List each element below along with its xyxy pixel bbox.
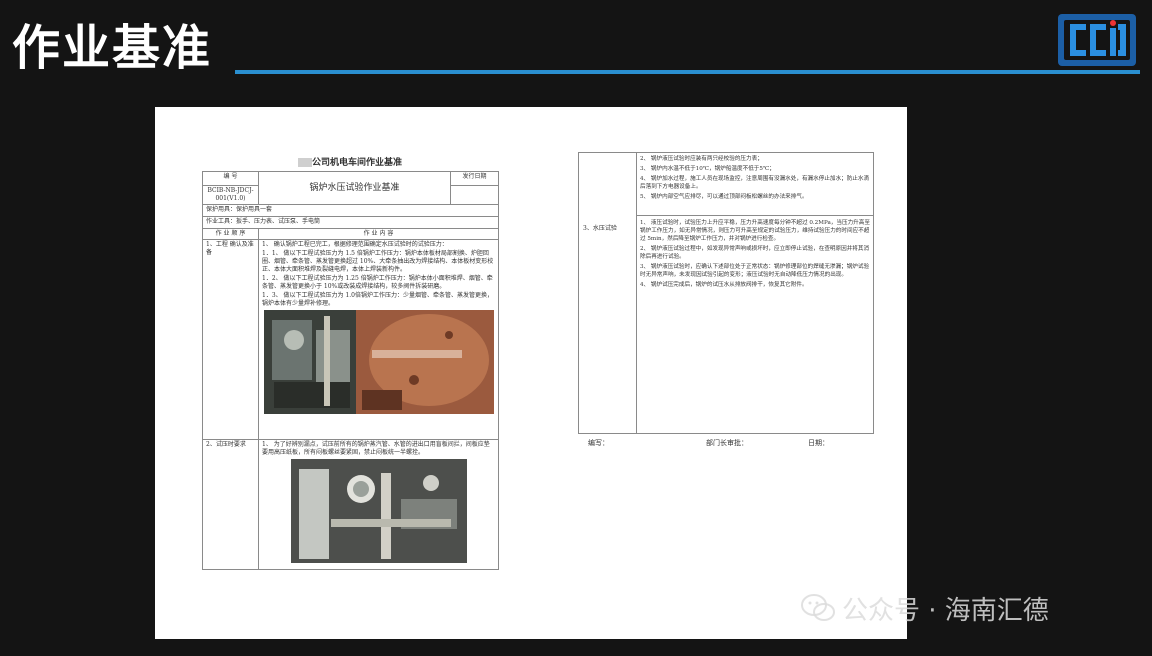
step1-label: 1、工程 确认及准备 (202, 239, 259, 440)
step3-block-a: 2、 锅炉液压试验时应装有两只经校验的压力表； 3、 锅炉内水温不低于10℃，锅… (640, 156, 870, 200)
step3-block-b: 1、 液压试验时，试验压力上升应平稳，压力升高速度每分钟不超过 0.2MPa，当… (640, 220, 870, 288)
redacted-block (297, 158, 312, 167)
footer-approver: 部门长审批： (706, 439, 748, 447)
issue-date-value (450, 185, 499, 205)
right-page: 3、水压试验 2、 锅炉液压试验时应装有两只经校验的压力表； 3、 锅炉内水温不… (578, 152, 874, 448)
col-sequence: 作 业 顺 序 (202, 228, 259, 240)
number-value: BCIB-NB-JDCJ-001(V1.0) (202, 185, 259, 205)
step1-content: 1、 确认锅炉工程已完工，根据修理范围确定水压试验时的试验压力： 1．1、 做以… (258, 239, 499, 440)
form-table: 编 号 锅炉水压试验作业基准 发行日期 BCIB-NB-JDCJ-001(V1.… (202, 171, 499, 570)
protection-row: 保护用具：保护用具一套 (202, 204, 499, 217)
watermark-text: 公众号 · 海南汇德 (842, 595, 1049, 626)
cci-logo-icon (1058, 14, 1136, 66)
wechat-icon (801, 594, 835, 621)
step2-content: 1、 为了好辨别漏点，试压前所有的锅炉蒸汽管、水管的进出口用盲板间拦，间板应垫要… (258, 439, 499, 570)
company-title: 公司机电车间作业基准 (311, 158, 402, 168)
tools-row: 作业工具：扳手、压力表、试压泵、手电筒 (202, 216, 499, 229)
form-title: 锅炉水压试验作业基准 (258, 171, 451, 205)
footer-date: 日期： (808, 439, 829, 447)
col-content: 作 业 内 容 (258, 228, 499, 240)
number-label: 编 号 (202, 171, 259, 186)
footer-writer: 编写： (588, 439, 609, 447)
boiler-photo-2 (290, 459, 467, 563)
step3-label: 3、水压试验 (583, 225, 617, 232)
signature-footer: 编写： 部门长审批： 日期： (578, 438, 874, 448)
slide-title: 作业基准 (12, 20, 213, 76)
step3-divider (637, 215, 873, 216)
title-underline (235, 70, 1140, 74)
boiler-photo-1 (264, 310, 494, 414)
issue-date-label: 发行日期 (450, 171, 499, 186)
step2-label: 2、试压时要求 (202, 439, 259, 570)
document-image: 公司机电车间作业基准 编 号 锅炉水压试验作业基准 发行日期 BCIB-NB-J… (155, 107, 907, 639)
watermark: 公众号 · 海南汇德 (800, 588, 1049, 628)
step3-box: 3、水压试验 2、 锅炉液压试验时应装有两只经校验的压力表； 3、 锅炉内水温不… (578, 152, 874, 434)
left-page: 公司机电车间作业基准 编 号 锅炉水压试验作业基准 发行日期 BCIB-NB-J… (202, 155, 499, 570)
